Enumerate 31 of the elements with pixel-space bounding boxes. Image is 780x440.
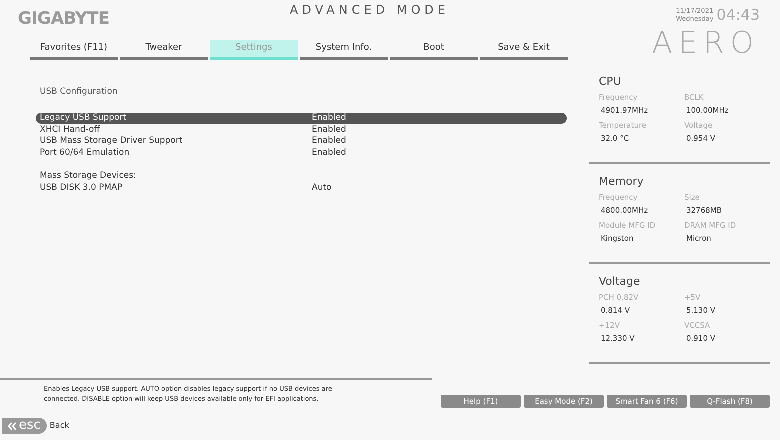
aero-logo: AERO (652, 28, 760, 58)
setting-label: Legacy USB Support (40, 112, 128, 125)
setting-value: Enabled (312, 135, 346, 148)
setting-label: XHCI Hand-off (40, 124, 102, 136)
tab[interactable]: Save & Exit (480, 40, 568, 60)
double-chevron-icon (8, 422, 17, 430)
setting-row[interactable]: Legacy USB Support Enabled (36, 112, 567, 124)
setting-row[interactable]: XHCI Hand-off Enabled (36, 124, 567, 136)
tab[interactable]: Boot (390, 40, 478, 60)
setting-row[interactable]: Port 60/64 Emulation Enabled (36, 147, 567, 159)
section-title: USB Configuration (39, 86, 119, 99)
panel-title: Voltage (599, 274, 642, 290)
setting-label: USB DISK 3.0 PMAP (40, 182, 124, 195)
setting-value: Enabled (312, 124, 346, 136)
clock-time: 04:43 (716, 5, 760, 26)
tab[interactable]: Favorites (F11) (30, 40, 118, 60)
setting-label: USB Mass Storage Driver Support (40, 135, 184, 148)
mode-title: ADVANCED MODE (290, 2, 450, 19)
brand-logo: GIGABYTE (18, 8, 111, 32)
setting-label: Port 60/64 Emulation (40, 146, 131, 160)
setting-value: Enabled (312, 146, 346, 160)
setting-value: Auto (312, 182, 332, 195)
tab[interactable]: System Info. (300, 40, 388, 60)
setting-row[interactable]: USB Mass Storage Driver Support Enabled (36, 136, 567, 148)
setting-value: Enabled (312, 112, 346, 125)
setting-row[interactable]: USB DISK 3.0 PMAP Auto (36, 182, 567, 194)
panel-title: Memory (599, 174, 645, 190)
devices-heading: Mass Storage Devices: (39, 170, 138, 182)
panel-title: CPU (599, 74, 622, 90)
tab[interactable]: Tweaker (120, 40, 208, 60)
back-label[interactable]: Back (50, 420, 70, 432)
